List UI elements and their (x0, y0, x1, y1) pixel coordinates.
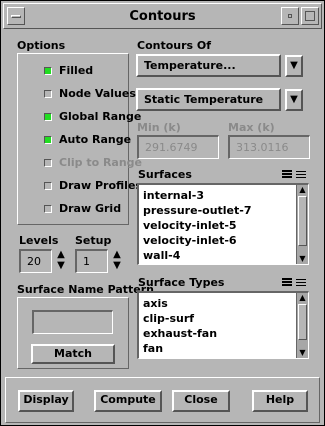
minimize-icon (288, 14, 292, 18)
setup-input[interactable]: 1 (75, 249, 108, 273)
surfaces-header: Surfaces (138, 168, 192, 181)
surface-types-scrollbar[interactable]: ▲ ▼ (296, 293, 308, 358)
minimize-button[interactable] (281, 7, 299, 25)
node-values-check-indicator (44, 90, 52, 98)
surfaces-list[interactable]: internal-3 pressure-outlet-7 velocity-in… (137, 183, 309, 265)
setup-spinner[interactable]: ▲ ▼ (111, 249, 123, 273)
scroll-thumb[interactable] (298, 304, 307, 340)
select-all-types-icon[interactable] (282, 277, 292, 289)
auto-range-label: Auto Range (59, 133, 132, 146)
close-button[interactable]: Close (172, 390, 230, 412)
surface-types-header: Surface Types (138, 276, 225, 289)
auto-range-check-indicator (44, 136, 52, 144)
contours-of-header: Contours Of (137, 39, 212, 52)
filled-label: Filled (59, 64, 94, 77)
setup-label: Setup (75, 234, 112, 247)
help-button[interactable]: Help (252, 390, 308, 412)
draw-grid-check-indicator (44, 205, 52, 213)
select-all-surfaces-icon[interactable] (282, 169, 292, 181)
clip-to-range-label: Clip to Range (59, 156, 143, 169)
contours-window: Contours Options Filled Node Values Glob… (0, 0, 325, 426)
list-item[interactable]: velocity-inlet-6 (143, 234, 237, 247)
display-button[interactable]: Display (18, 390, 74, 412)
levels-input[interactable]: 20 (19, 249, 52, 273)
list-item[interactable]: pressure-outlet-7 (143, 204, 252, 217)
button-bar: Display Compute Close Help (5, 377, 320, 423)
variable-dropdown[interactable]: Static Temperature (136, 88, 281, 111)
min-label: Min (k) (137, 121, 181, 134)
clip-to-range-check-indicator (44, 159, 52, 167)
list-item[interactable]: internal-3 (143, 189, 204, 202)
scroll-down-icon[interactable]: ▼ (297, 348, 308, 358)
node-values-label: Node Values (59, 87, 136, 100)
surface-types-list[interactable]: axis clip-surf exhaust-fan fan ▲ ▼ (137, 291, 309, 359)
deselect-all-surfaces-icon[interactable] (296, 169, 306, 181)
scroll-down-icon[interactable]: ▼ (297, 254, 308, 264)
list-item[interactable]: clip-surf (143, 312, 194, 325)
compute-button[interactable]: Compute (94, 390, 162, 412)
surfaces-scrollbar[interactable]: ▲ ▼ (296, 185, 308, 264)
window-title: Contours (129, 9, 196, 24)
pattern-header: Surface Name Pattern (17, 283, 155, 296)
list-item[interactable]: exhaust-fan (143, 327, 217, 340)
options-header: Options (17, 39, 66, 52)
options-panel: Filled Node Values Global Range Auto Ran… (17, 53, 142, 225)
category-dropdown[interactable]: Temperature... (136, 54, 281, 77)
min-value-field: 291.6749 (137, 135, 219, 159)
setup-down-icon[interactable]: ▼ (111, 260, 123, 271)
max-value-field: 313.0116 (228, 135, 310, 159)
deselect-all-types-icon[interactable] (296, 277, 306, 289)
maximize-icon (305, 11, 315, 21)
title-bar[interactable]: Contours (3, 3, 322, 29)
levels-up-icon[interactable]: ▲ (55, 249, 67, 260)
variable-dropdown-arrow[interactable]: ▼ (285, 89, 303, 111)
global-range-label: Global Range (59, 110, 142, 123)
list-item[interactable]: axis (143, 297, 168, 310)
pattern-input[interactable] (32, 310, 113, 334)
levels-spinner[interactable]: ▲ ▼ (55, 249, 67, 273)
global-range-check-indicator (44, 113, 52, 121)
list-item[interactable]: velocity-inlet-5 (143, 219, 237, 232)
pattern-panel: Match (17, 297, 129, 369)
category-dropdown-arrow[interactable]: ▼ (285, 55, 303, 77)
match-button[interactable]: Match (31, 344, 115, 364)
list-item[interactable]: wall-4 (143, 249, 180, 262)
levels-label: Levels (19, 234, 59, 247)
filled-check-indicator (44, 67, 52, 75)
scroll-up-icon[interactable]: ▲ (297, 185, 308, 195)
draw-profiles-label: Draw Profiles (59, 179, 142, 192)
scroll-up-icon[interactable]: ▲ (297, 293, 308, 303)
setup-up-icon[interactable]: ▲ (111, 249, 123, 260)
maximize-button[interactable] (301, 7, 319, 25)
draw-grid-label: Draw Grid (59, 202, 122, 215)
list-item[interactable]: fan (143, 342, 163, 355)
scroll-thumb[interactable] (298, 196, 307, 246)
levels-down-icon[interactable]: ▼ (55, 260, 67, 271)
draw-profiles-check-indicator (44, 182, 52, 190)
max-label: Max (k) (228, 121, 275, 134)
